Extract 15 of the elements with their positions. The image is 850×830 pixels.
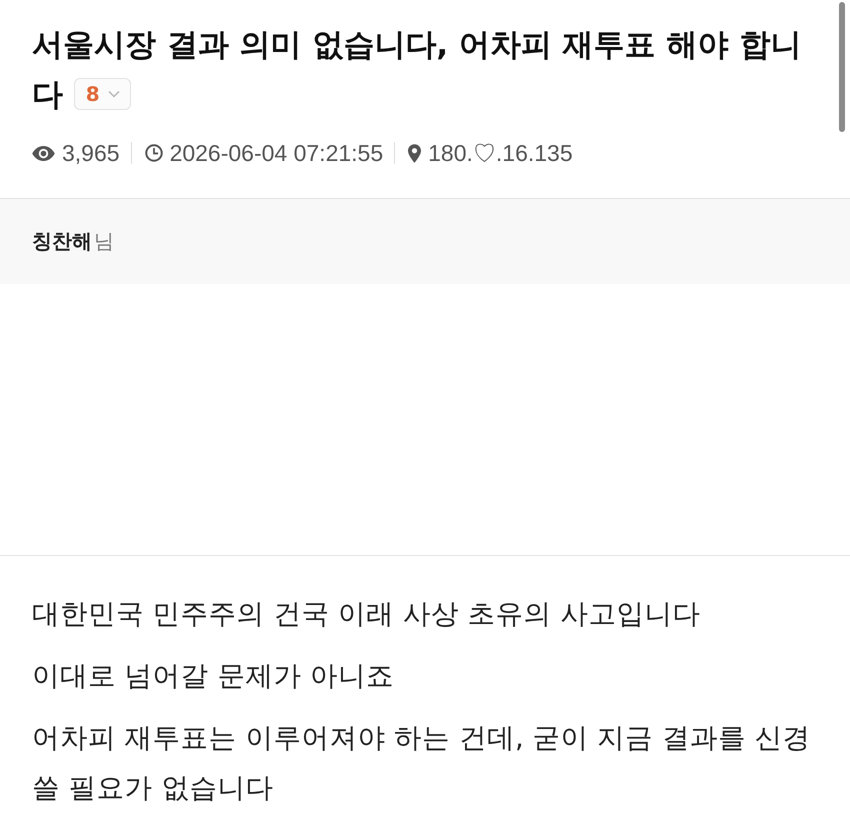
post-datetime: 2026-06-04 07:21:55	[170, 140, 384, 166]
ip-address: 180.♡.16.135	[428, 138, 573, 168]
post-title: 서울시장 결과 의미 없습니다, 어차피 재투표 해야 합니다 8	[32, 26, 802, 115]
comment-count-button[interactable]: 8	[74, 78, 131, 110]
eye-icon	[32, 146, 55, 160]
view-count: 3,965	[62, 140, 120, 166]
body-paragraph: 어차피 재투표는 이루어져야 하는 건데, 굳이 지금 결과를 신경 쓸 필요가 없습니다	[32, 721, 812, 806]
scrollbar-thumb[interactable]	[839, 2, 845, 132]
body-paragraph: 이대로 넘어갈 문제가 아니죠	[32, 659, 396, 694]
location-pin-icon	[408, 144, 422, 162]
chevron-down-icon	[108, 90, 120, 98]
author-name: 칭찬해	[32, 228, 92, 255]
clock-icon	[144, 144, 163, 162]
body-paragraph: 대한민국 민주주의 건국 이래 사상 초유의 사고입니다	[32, 597, 702, 632]
author-honorific: 님	[94, 228, 114, 255]
